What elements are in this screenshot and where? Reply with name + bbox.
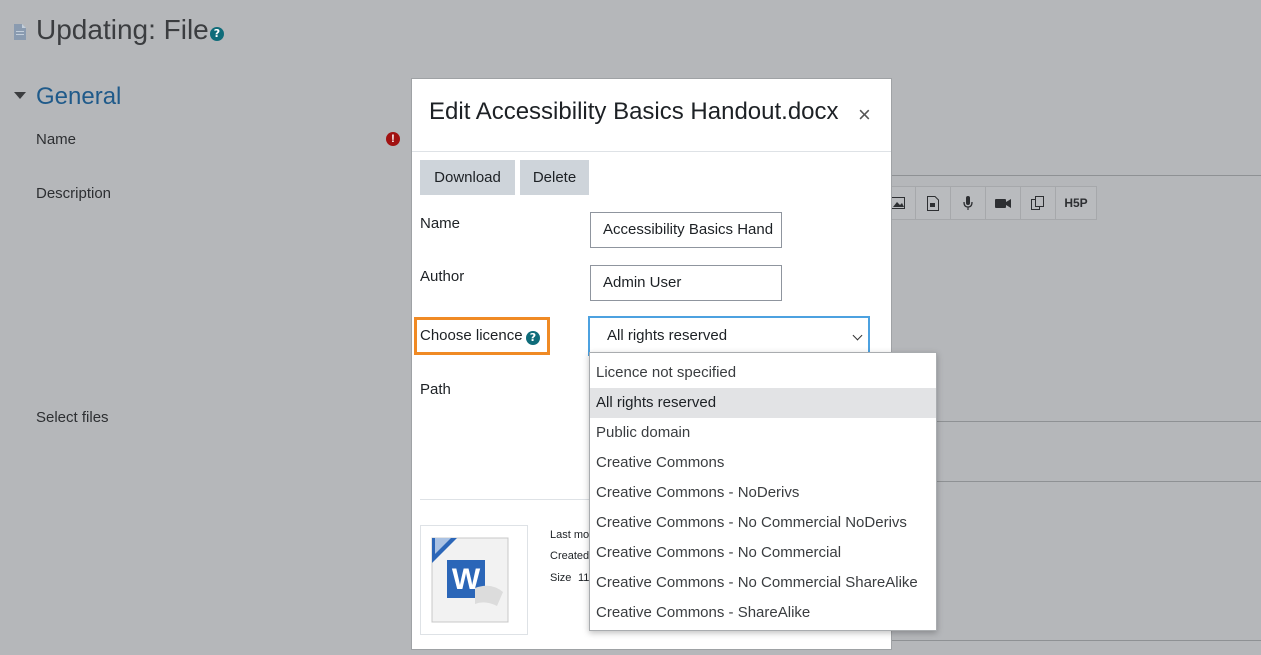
editor-border bbox=[890, 175, 1261, 176]
microphone-icon[interactable] bbox=[951, 187, 986, 219]
filepicker-divider bbox=[890, 481, 1261, 482]
licence-option[interactable]: Creative Commons - No Commercial NoDeriv… bbox=[590, 508, 936, 538]
author-input[interactable]: Admin User bbox=[590, 265, 782, 301]
editor-divider bbox=[890, 421, 1261, 422]
download-button[interactable]: Download bbox=[420, 160, 515, 195]
required-icon: ! bbox=[386, 132, 400, 146]
delete-button[interactable]: Delete bbox=[520, 160, 589, 195]
h5p-icon[interactable]: H5P bbox=[1056, 187, 1096, 219]
licence-option[interactable]: Licence not specified bbox=[590, 358, 936, 388]
description-label: Description bbox=[36, 185, 112, 202]
licence-option[interactable]: Creative Commons bbox=[590, 448, 936, 478]
licence-option[interactable]: Creative Commons - ShareAlike bbox=[590, 598, 936, 628]
file-thumbnail: W bbox=[420, 525, 528, 635]
word-document-icon: W bbox=[431, 537, 509, 623]
licence-field-label: Choose licence bbox=[420, 327, 523, 344]
name-field-label: Name bbox=[420, 215, 461, 232]
created-label: Created bbox=[550, 550, 590, 562]
help-icon[interactable]: ? bbox=[210, 27, 224, 41]
licence-dropdown-list: Licence not specified All rights reserve… bbox=[589, 352, 937, 631]
licence-option[interactable]: Public domain bbox=[590, 418, 936, 448]
media-file-icon[interactable] bbox=[916, 187, 951, 219]
section-title[interactable]: General bbox=[36, 83, 121, 111]
licence-help-icon[interactable]: ? bbox=[526, 331, 540, 345]
licence-option-selected[interactable]: All rights reserved bbox=[590, 388, 936, 418]
name-input[interactable]: Accessibility Basics Hand bbox=[590, 212, 782, 248]
licence-select[interactable]: All rights reserved bbox=[588, 316, 870, 356]
filepicker-bottom-border bbox=[890, 640, 1261, 641]
copy-icon[interactable] bbox=[1021, 187, 1056, 219]
size-label: Size bbox=[550, 572, 572, 584]
licence-select-value: All rights reserved bbox=[607, 327, 728, 344]
dialog-title: Edit Accessibility Basics Handout.docx bbox=[429, 98, 839, 125]
licence-option[interactable]: Creative Commons - No Commercial bbox=[590, 538, 936, 568]
licence-option[interactable]: Creative Commons - NoDerivs bbox=[590, 478, 936, 508]
chevron-down-icon bbox=[852, 330, 863, 341]
licence-option[interactable]: Creative Commons - No Commercial ShareAl… bbox=[590, 568, 936, 598]
close-icon[interactable]: × bbox=[858, 104, 871, 126]
author-field-label: Author bbox=[420, 268, 465, 285]
h5p-label: H5P bbox=[1064, 196, 1088, 210]
last-modified-label: Last mo bbox=[550, 529, 590, 541]
size-value: 11 bbox=[578, 572, 590, 584]
name-label: Name bbox=[36, 131, 77, 148]
page-title: Updating: File bbox=[36, 14, 209, 45]
video-camera-icon[interactable] bbox=[986, 187, 1021, 219]
collapse-caret-icon[interactable] bbox=[14, 92, 26, 99]
select-files-label: Select files bbox=[36, 409, 109, 426]
dialog-header-divider bbox=[412, 151, 891, 152]
path-field-label: Path bbox=[420, 381, 451, 398]
file-icon bbox=[14, 24, 26, 40]
editor-toolbar: H5P bbox=[880, 186, 1097, 220]
